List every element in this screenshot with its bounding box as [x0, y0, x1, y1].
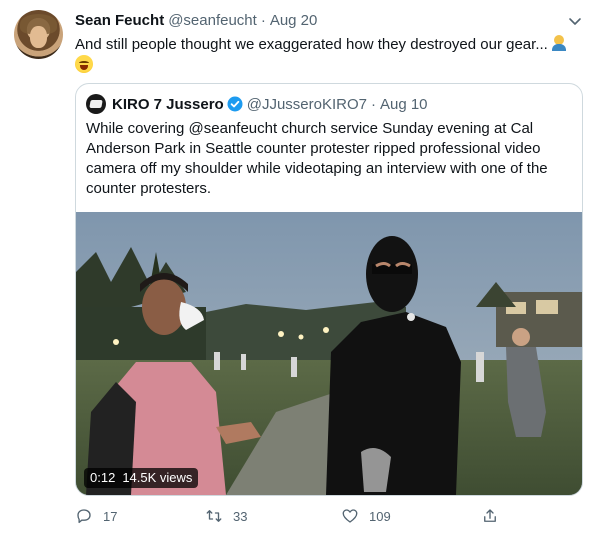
- chevron-down-icon[interactable]: [567, 13, 583, 29]
- quoted-tweet-time[interactable]: Aug 10: [380, 96, 428, 113]
- quoted-header-separator: ·: [370, 95, 376, 113]
- quoted-tweet[interactable]: KIRO 7 Jussero @JJusseroKIRO7 · Aug 10 W…: [75, 83, 583, 496]
- like-icon: [342, 509, 358, 523]
- reply-count: 17: [103, 508, 118, 524]
- quoted-tweet-text: While covering @seanfeucht church servic…: [86, 120, 548, 197]
- retweet-count: 33: [233, 508, 248, 524]
- like-button[interactable]: 109: [341, 507, 391, 525]
- video-player[interactable]: 0:12 14.5K views: [76, 212, 582, 495]
- retweet-button[interactable]: 33: [205, 507, 247, 525]
- quoted-author-avatar[interactable]: [86, 94, 106, 114]
- share-icon: [484, 509, 496, 522]
- author-name[interactable]: Sean Feucht: [75, 12, 164, 29]
- quoted-tweet-header: KIRO 7 Jussero @JJusseroKIRO7 · Aug 10: [86, 94, 428, 114]
- verified-badge-icon: [227, 96, 243, 112]
- quoted-author-name[interactable]: KIRO 7 Jussero: [112, 96, 224, 113]
- video-stats-badge: 0:12 14.5K views: [84, 468, 199, 488]
- video-views: 14.5K views: [122, 470, 193, 485]
- facepalm-emoji: [551, 35, 567, 51]
- share-button[interactable]: [481, 507, 509, 525]
- video-frame: [76, 212, 582, 495]
- header-separator: ·: [260, 12, 266, 29]
- avatar-face: [30, 26, 47, 48]
- tweet-time[interactable]: Aug 20: [270, 12, 318, 29]
- reply-button[interactable]: 17: [75, 507, 117, 525]
- retweet-icon: [206, 510, 222, 522]
- quoted-author-handle[interactable]: @JJusseroKIRO7: [247, 96, 367, 113]
- tweet-header: Sean Feucht @seanfeucht · Aug 20: [75, 12, 317, 29]
- tweet-actions: 17 33 109: [75, 507, 515, 529]
- tweet[interactable]: Sean Feucht @seanfeucht · Aug 20 And sti…: [0, 0, 598, 536]
- video-duration: 0:12: [90, 470, 116, 485]
- like-count: 109: [369, 508, 391, 524]
- tweet-text-content: And still people thought we exaggerated …: [75, 36, 548, 53]
- tweet-text: And still people thought we exaggerated …: [75, 35, 585, 55]
- zany-face-emoji: [75, 55, 93, 73]
- author-handle[interactable]: @seanfeucht: [168, 12, 257, 29]
- reply-icon: [77, 509, 91, 524]
- emoji-line: [75, 55, 93, 78]
- author-avatar[interactable]: [14, 10, 63, 59]
